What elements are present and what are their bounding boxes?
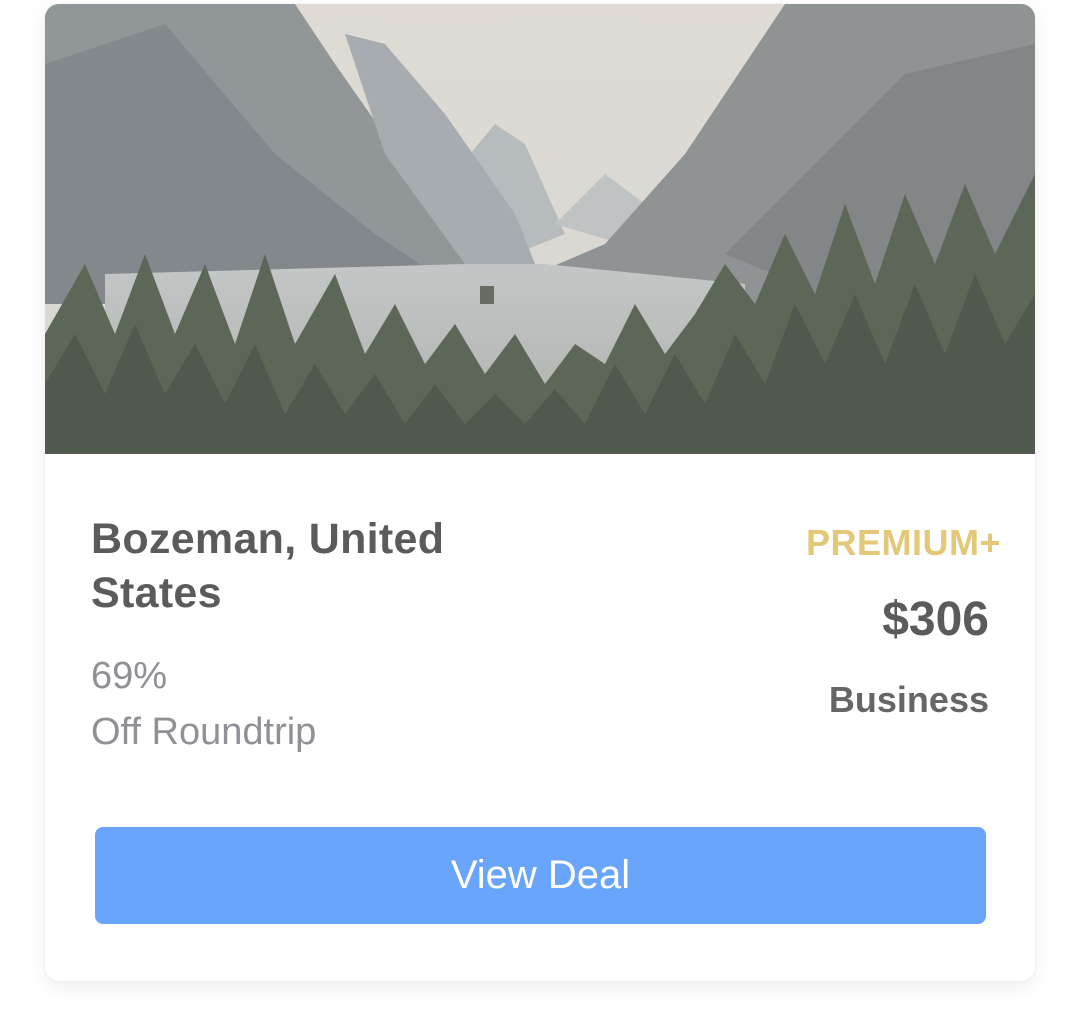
destination-image — [45, 4, 1035, 454]
landscape-illustration — [45, 4, 1035, 454]
tier-badge: PREMIUM+ — [805, 522, 1001, 563]
view-deal-button[interactable]: View Deal — [95, 827, 986, 924]
discount-label: Off Roundtrip — [91, 711, 317, 753]
cabin-class: Business — [828, 679, 989, 720]
deal-price: $306 — [882, 593, 989, 646]
destination-title: Bozeman, United States — [91, 515, 445, 617]
discount-percent: 69% — [91, 655, 168, 697]
discount-info: 69% Off Roundtrip — [91, 648, 316, 760]
deal-card[interactable]: Bozeman, United States 69% Off Roundtrip… — [45, 4, 1035, 981]
